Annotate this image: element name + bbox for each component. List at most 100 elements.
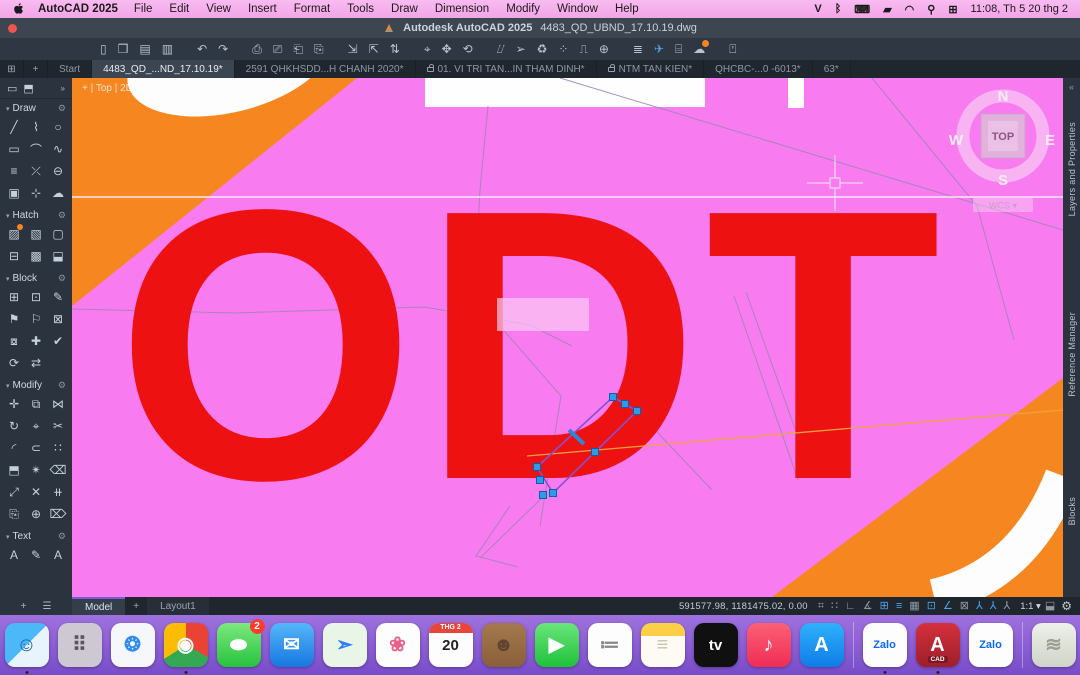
single-text-icon[interactable]: A	[3, 544, 25, 566]
lineweight-icon[interactable]: ≡	[896, 601, 902, 612]
edit-text-icon[interactable]: ✎	[25, 544, 47, 566]
gear-icon[interactable]: ⚙	[58, 380, 66, 391]
annotation-scale-value[interactable]: 1:1 ▾	[1020, 601, 1041, 612]
scale-icon[interactable]: ⤢	[3, 481, 25, 503]
wifi-icon[interactable]: ◠	[905, 3, 915, 16]
purge-icon[interactable]: ⌦	[47, 503, 69, 525]
keyboard-icon[interactable]: ⌨	[854, 3, 870, 16]
explode-icon[interactable]: ✴	[25, 459, 47, 481]
trim-icon[interactable]: ✂	[47, 415, 69, 437]
quick-measure-icon[interactable]: ⌰	[497, 43, 505, 55]
share-icon[interactable]: ✈	[654, 43, 664, 55]
quick-properties-icon[interactable]: ⊡	[927, 601, 936, 612]
save-as-icon[interactable]: ▥	[162, 43, 173, 55]
zalo-icon[interactable]: Zalo	[863, 623, 907, 667]
gear-icon[interactable]: ⚙	[58, 210, 66, 221]
menu-item[interactable]: Format	[294, 3, 330, 15]
replace-block-icon[interactable]: ⇄	[25, 352, 47, 374]
point-icon[interactable]: ⊹	[25, 182, 47, 204]
apple-logo-icon[interactable]	[12, 3, 26, 15]
trash-icon[interactable]: ≋	[1032, 623, 1076, 667]
polyline-icon[interactable]: ⌇	[25, 116, 47, 138]
export-icon[interactable]: ⇱	[369, 43, 379, 55]
tab-model[interactable]: Model	[72, 597, 125, 615]
plot-preview-icon[interactable]: ⎚	[273, 43, 283, 55]
insert-block-icon[interactable]: ⊞	[3, 286, 25, 308]
ortho-icon[interactable]: ∟	[845, 601, 856, 612]
fillet-icon[interactable]: ◜	[3, 437, 25, 459]
break-icon[interactable]: ✕	[25, 481, 47, 503]
count-icon[interactable]: ⍞	[729, 43, 736, 55]
photos-icon[interactable]: ❀	[376, 623, 420, 667]
panel-header-hatch[interactable]: ▾ Hatch ⚙	[0, 206, 72, 222]
gear-icon[interactable]: ⚙	[58, 103, 66, 114]
isolate-icon[interactable]: ⊠	[960, 601, 969, 612]
apple-tv-icon[interactable]: tv	[694, 623, 738, 667]
dock-separator-2[interactable]	[1022, 622, 1023, 668]
tab-qhcbc[interactable]: QHCBC-...0 -6013*	[704, 60, 813, 78]
wcs-dropdown[interactable]: WCS ▾	[989, 201, 1017, 211]
viewcube-east[interactable]: E	[1045, 132, 1055, 149]
land-use-label-ODT[interactable]: ODT	[116, 129, 947, 560]
pan-icon[interactable]: ✥	[442, 43, 452, 55]
layer-properties-icon[interactable]: ≣	[633, 43, 643, 55]
line-icon[interactable]: ╱	[3, 116, 25, 138]
gear-icon[interactable]: ⚙	[58, 531, 66, 542]
viewcube-south[interactable]: S	[998, 172, 1008, 189]
sheet-set-icon[interactable]: ⎍	[579, 43, 587, 55]
panel-header-block[interactable]: ▾ Block ⚙	[0, 269, 72, 285]
sync-attributes-icon[interactable]: ⟳	[3, 352, 25, 374]
spline-icon[interactable]: ∿	[47, 138, 69, 160]
redo-icon[interactable]: ↷	[218, 43, 228, 55]
zalo2-icon[interactable]: Zalo	[969, 623, 1013, 667]
attribute-display-icon[interactable]: ⊠	[47, 308, 69, 330]
import-icon[interactable]: ⇲	[348, 43, 358, 55]
open-folder-icon[interactable]: ❒	[118, 43, 129, 55]
gear-icon[interactable]: ⚙	[58, 273, 66, 284]
viewport-controls[interactable]: + | Top | 2D Wireframe	[82, 83, 182, 94]
safari-icon[interactable]: ❂	[111, 623, 155, 667]
object-snap-icon[interactable]: ⊞	[880, 601, 889, 612]
tag-icon[interactable]: ⚐	[25, 308, 47, 330]
plot-icon[interactable]: ⎙	[252, 43, 262, 55]
save-icon[interactable]: ▤	[139, 43, 150, 55]
viewcube-north[interactable]: N	[998, 88, 1009, 105]
finder-icon[interactable]: ☺	[5, 623, 49, 667]
define-attribute-icon[interactable]: ⚑	[3, 308, 25, 330]
viewcube-west[interactable]: W	[949, 132, 964, 149]
orbit-icon[interactable]: ⟲	[463, 43, 473, 55]
selection-icon[interactable]: ➢	[516, 43, 526, 55]
customization-gear-icon[interactable]: ⚙	[1061, 599, 1072, 613]
menu-item[interactable]: File	[134, 3, 153, 15]
menu-item[interactable]: Modify	[506, 3, 540, 15]
command-window-icon[interactable]: ⌸	[675, 43, 682, 55]
add-selected-icon[interactable]: ✚	[25, 330, 47, 352]
ellipse-icon[interactable]: ⊖	[47, 160, 69, 182]
match-properties-icon[interactable]: ⎘	[314, 43, 324, 55]
tab-4483[interactable]: 4483_QD_...ND_17.10.19*	[92, 60, 235, 78]
image-icon[interactable]: ⬓	[47, 245, 69, 267]
reminders-icon[interactable]: ≔	[588, 623, 632, 667]
close-window-button[interactable]	[8, 24, 17, 33]
rectangle-icon[interactable]: ▭	[3, 138, 25, 160]
mail-icon[interactable]: ✉	[270, 623, 314, 667]
mirror-icon[interactable]: ⋈	[47, 393, 69, 415]
trace-icon[interactable]: ☁	[693, 43, 705, 55]
text-style-icon[interactable]: A	[47, 544, 69, 566]
angle-icon[interactable]: ∠	[943, 601, 953, 612]
transparency-icon[interactable]: ▦	[909, 601, 919, 612]
arc-icon[interactable]: ⌒	[25, 138, 47, 160]
multiline-icon[interactable]: ≡	[3, 160, 25, 182]
tab-vitri[interactable]: 01. VI TRI TAN...IN THAM DINH*	[416, 60, 597, 78]
copy-nested-icon[interactable]: ⊕	[25, 503, 47, 525]
rotate-icon[interactable]: ↻	[3, 415, 25, 437]
facetime-icon[interactable]: ▶	[535, 623, 579, 667]
clip-icon[interactable]: ⊟	[3, 245, 25, 267]
calendar-icon[interactable]: THG 2 20	[429, 623, 473, 667]
region-icon[interactable]: ▣	[3, 182, 25, 204]
polar-tracking-icon[interactable]: ∡	[863, 601, 873, 612]
circle-icon[interactable]: ○	[47, 116, 69, 138]
battery-icon[interactable]: ▰	[883, 3, 891, 16]
edit-block-icon[interactable]: ✎	[47, 286, 69, 308]
dock-separator[interactable]	[853, 622, 854, 668]
